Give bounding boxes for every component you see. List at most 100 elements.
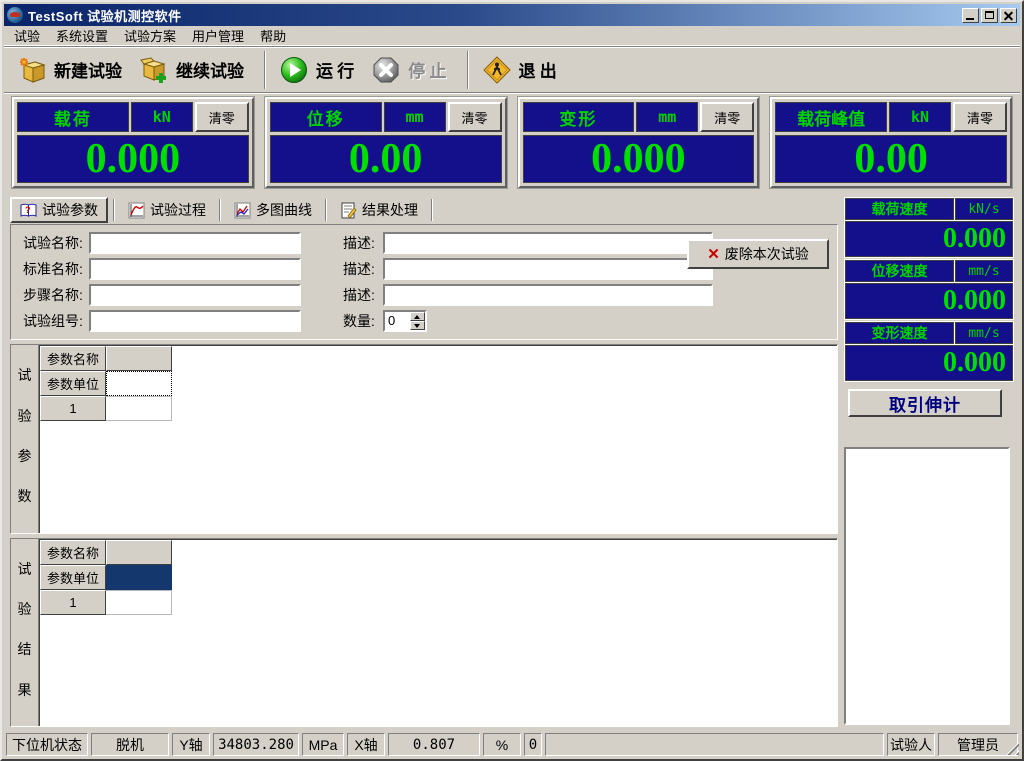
deformation-speed-panel: 变形速度 mm/s 0.000 bbox=[844, 321, 1014, 382]
discard-test-button[interactable]: ✕ 废除本次试验 bbox=[687, 239, 829, 269]
param-unit-cell[interactable] bbox=[106, 371, 172, 396]
table-row: 参数名称 bbox=[40, 346, 837, 371]
side-char: 数 bbox=[18, 486, 32, 506]
test-params-grid[interactable]: 参数名称 参数单位 1 bbox=[39, 345, 837, 533]
row-1-cell[interactable] bbox=[106, 396, 172, 421]
clear-displacement-button[interactable]: 清零 bbox=[448, 102, 502, 132]
menu-system-settings[interactable]: 系统设置 bbox=[48, 24, 116, 47]
result-unit-header[interactable]: 参数单位 bbox=[40, 565, 106, 590]
menu-test-scheme[interactable]: 试验方案 bbox=[116, 24, 184, 47]
new-test-button[interactable]: 新建试验 bbox=[12, 53, 134, 87]
toolbar-separator bbox=[264, 51, 266, 89]
result-row-1-header[interactable]: 1 bbox=[40, 590, 106, 615]
tab-multi-curves[interactable]: 多图曲线 bbox=[226, 197, 320, 223]
deformation-unit: mm bbox=[636, 102, 698, 132]
minimize-button[interactable] bbox=[962, 8, 979, 23]
result-row-1-cell[interactable] bbox=[106, 590, 172, 615]
tab-test-process-label: 试验过程 bbox=[150, 200, 206, 220]
run-button[interactable]: 运 行 bbox=[274, 53, 366, 87]
deformation-value: 0.000 bbox=[523, 135, 755, 183]
spin-down-icon[interactable] bbox=[410, 321, 425, 330]
test-results-grid[interactable]: 参数名称 参数单位 1 bbox=[39, 539, 837, 727]
clear-peak-load-button[interactable]: 清零 bbox=[953, 102, 1007, 132]
exit-label: 退 出 bbox=[519, 57, 557, 82]
standard-desc-input[interactable] bbox=[383, 258, 713, 280]
side-char: 结 bbox=[18, 639, 32, 659]
displacement-speed-value: 0.000 bbox=[845, 283, 1013, 319]
test-name-input[interactable] bbox=[89, 232, 301, 254]
standard-name-input[interactable] bbox=[89, 258, 301, 280]
close-button[interactable] bbox=[1000, 8, 1017, 23]
load-value: 0.000 bbox=[17, 135, 249, 183]
tab-results[interactable]: 结果处理 bbox=[332, 197, 426, 223]
tab-test-params-label: 试验参数 bbox=[42, 200, 98, 220]
table-row: 参数单位 bbox=[40, 565, 837, 590]
peak-load-label: 载荷峰值 bbox=[775, 102, 887, 132]
discard-x-icon: ✕ bbox=[707, 245, 720, 263]
deformation-speed-value: 0.000 bbox=[845, 345, 1013, 381]
test-params-side-label: 试 验 参 数 bbox=[11, 345, 39, 533]
side-char: 验 bbox=[18, 599, 32, 619]
result-name-header[interactable]: 参数名称 bbox=[40, 540, 106, 565]
test-results-side-label: 试 验 结 果 bbox=[11, 539, 39, 727]
result-column-header[interactable] bbox=[106, 540, 172, 565]
app-window: TestSoft 试验机测控软件 试验 系统设置 试验方案 用户管理 帮助 bbox=[0, 0, 1024, 761]
continue-test-label: 继续试验 bbox=[176, 57, 244, 82]
tab-test-process[interactable]: 试验过程 bbox=[120, 197, 214, 223]
exit-button[interactable]: 退 出 bbox=[477, 53, 569, 87]
displacement-label: 位移 bbox=[270, 102, 382, 132]
svg-text:?: ? bbox=[25, 205, 31, 215]
displacement-display-panel: 位移 mm 清零 0.00 bbox=[265, 97, 507, 188]
table-row: 1 bbox=[40, 590, 837, 615]
displacement-value: 0.00 bbox=[270, 135, 502, 183]
status-operator-label: 试验人 bbox=[887, 733, 935, 756]
menu-help[interactable]: 帮助 bbox=[252, 24, 294, 47]
step-name-input[interactable] bbox=[89, 284, 301, 306]
param-unit-header[interactable]: 参数单位 bbox=[40, 371, 106, 396]
tab-multi-curves-label: 多图曲线 bbox=[256, 200, 312, 220]
message-listbox[interactable] bbox=[844, 447, 1010, 725]
result-unit-cell-selected[interactable] bbox=[106, 565, 172, 590]
tab-separator bbox=[113, 199, 115, 221]
test-params-grid-panel: 试 验 参 数 参数名称 参数单位 1 bbox=[10, 344, 838, 534]
tab-results-label: 结果处理 bbox=[362, 200, 418, 220]
test-name-desc-input[interactable] bbox=[383, 232, 713, 254]
deformation-speed-unit: mm/s bbox=[955, 322, 1013, 344]
discard-test-label: 废除本次试验 bbox=[725, 244, 809, 264]
param-column-header[interactable] bbox=[106, 346, 172, 371]
status-controller-label: 下位机状态 bbox=[6, 733, 88, 756]
quantity-value[interactable] bbox=[385, 312, 410, 330]
test-group-input[interactable] bbox=[89, 310, 301, 332]
test-name-desc-label: 描述: bbox=[343, 233, 383, 253]
load-speed-panel: 载荷速度 kN/s 0.000 bbox=[844, 197, 1014, 258]
clear-deformation-button[interactable]: 清零 bbox=[700, 102, 754, 132]
menu-bar: 试验 系统设置 试验方案 用户管理 帮助 bbox=[4, 26, 1020, 46]
step-desc-input[interactable] bbox=[383, 284, 713, 306]
side-char: 验 bbox=[18, 406, 32, 426]
tab-separator bbox=[431, 199, 433, 221]
stop-button[interactable]: 停 止 bbox=[366, 53, 458, 87]
menu-user-management[interactable]: 用户管理 bbox=[184, 24, 252, 47]
window-title: TestSoft 试验机测控软件 bbox=[28, 6, 182, 25]
test-info-form: 试验名称: 描述: 标准名称: 描述: 步骤名称: 描述: bbox=[10, 224, 838, 340]
continue-test-button[interactable]: 继续试验 bbox=[134, 53, 256, 87]
peak-load-value: 0.00 bbox=[775, 135, 1007, 183]
menu-test[interactable]: 试验 bbox=[6, 24, 48, 47]
measurement-displays: 载荷 kN 清零 0.000 位移 mm 清零 0.00 变形 mm 清零 0.… bbox=[4, 92, 1020, 194]
side-char: 果 bbox=[18, 680, 32, 700]
row-1-header[interactable]: 1 bbox=[40, 396, 106, 421]
clear-load-button[interactable]: 清零 bbox=[195, 102, 249, 132]
displacement-speed-label: 位移速度 bbox=[845, 260, 954, 282]
side-char: 参 bbox=[18, 446, 32, 466]
status-offline-value: 脱机 bbox=[91, 733, 169, 756]
extensometer-button[interactable]: 取引伸计 bbox=[848, 389, 1002, 417]
maximize-button[interactable] bbox=[981, 8, 998, 23]
tab-test-params[interactable]: ? 试验参数 bbox=[10, 197, 108, 223]
quantity-stepper[interactable] bbox=[383, 310, 427, 332]
step-name-label: 步骤名称: bbox=[23, 285, 89, 305]
status-message bbox=[545, 733, 884, 756]
param-name-header[interactable]: 参数名称 bbox=[40, 346, 106, 371]
displacement-speed-unit: mm/s bbox=[955, 260, 1013, 282]
new-test-label: 新建试验 bbox=[54, 57, 122, 82]
spin-up-icon[interactable] bbox=[410, 312, 425, 321]
